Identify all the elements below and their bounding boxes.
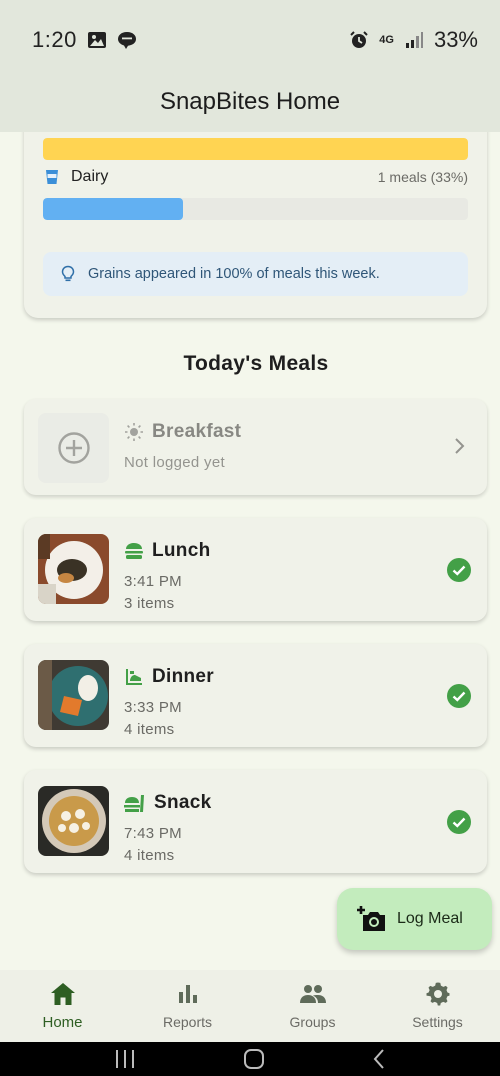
meal-name: Dinner bbox=[152, 666, 214, 687]
nav-label: Groups bbox=[289, 1014, 336, 1030]
insight-text: Grains appeared in 100% of meals this we… bbox=[88, 266, 380, 282]
meal-name: Breakfast bbox=[152, 421, 242, 442]
meal-header: Dinner bbox=[124, 666, 214, 688]
dairy-bar bbox=[43, 198, 468, 220]
meal-time: 3:41 PM bbox=[124, 573, 182, 590]
food-group-bar-fill bbox=[43, 138, 468, 160]
bar-chart-icon bbox=[174, 980, 202, 1008]
sun-icon bbox=[124, 422, 144, 442]
battery-level: 33% bbox=[433, 27, 478, 52]
gallery-notification-icon bbox=[87, 30, 107, 50]
home-system-icon[interactable] bbox=[243, 1048, 265, 1070]
status-bar: 1:20 4G 33% bbox=[0, 0, 500, 80]
log-meal-label: Log Meal bbox=[397, 910, 463, 927]
meal-time: 3:33 PM bbox=[124, 699, 182, 716]
food-group-label: Dairy bbox=[43, 168, 108, 186]
gear-icon bbox=[424, 980, 452, 1008]
meal-name: Lunch bbox=[152, 540, 211, 561]
check-circle-icon bbox=[447, 684, 471, 708]
nav-item-groups[interactable]: Groups bbox=[250, 970, 375, 1042]
todays-meals-heading: Today's Meals bbox=[183, 352, 329, 375]
nav-item-reports[interactable]: Reports bbox=[125, 970, 250, 1042]
meal-header: Breakfast bbox=[124, 421, 241, 443]
cup-icon bbox=[43, 168, 61, 186]
food-group-summary-card: Dairy 1 meals (33%) Grains appeared in 1… bbox=[24, 132, 487, 318]
nav-label: Settings bbox=[412, 1014, 463, 1030]
recent-apps-icon[interactable] bbox=[114, 1049, 136, 1069]
alarm-icon bbox=[349, 30, 369, 50]
meal-photo bbox=[38, 786, 109, 856]
status-bar-left: 1:20 bbox=[32, 27, 137, 53]
home-scroll-content[interactable]: Dairy 1 meals (33%) Grains appeared in 1… bbox=[0, 132, 500, 970]
meal-card-lunch[interactable]: Lunch 3:41 PM 3 items bbox=[24, 518, 487, 621]
meal-header: Lunch bbox=[124, 540, 211, 562]
network-type-label: 4G bbox=[379, 33, 394, 46]
status-bar-right: 4G 33% bbox=[349, 27, 478, 53]
page-title: SnapBites Home bbox=[159, 88, 341, 115]
meal-item-count: 3 items bbox=[124, 595, 175, 612]
app-bar: SnapBites Home bbox=[0, 80, 500, 132]
meal-name: Snack bbox=[154, 792, 212, 813]
meal-photo bbox=[38, 534, 109, 604]
chevron-right-icon bbox=[453, 437, 465, 455]
add-circle-icon bbox=[57, 431, 91, 465]
check-circle-icon bbox=[447, 810, 471, 834]
meal-card-snack[interactable]: Snack 7:43 PM 4 items bbox=[24, 770, 487, 873]
meal-item-count: 4 items bbox=[124, 721, 175, 738]
chat-notification-icon bbox=[117, 30, 137, 50]
add-photo-icon bbox=[357, 906, 387, 932]
status-time: 1:20 bbox=[32, 27, 77, 52]
add-meal-placeholder bbox=[38, 413, 109, 483]
system-navigation-bar bbox=[0, 1042, 500, 1076]
burger-icon bbox=[124, 542, 144, 560]
back-icon[interactable] bbox=[372, 1048, 386, 1070]
food-group-name: Dairy bbox=[71, 168, 109, 185]
nav-label: Reports bbox=[162, 1014, 213, 1030]
meal-card-breakfast[interactable]: Breakfast Not logged yet bbox=[24, 399, 487, 495]
log-meal-button[interactable]: Log Meal bbox=[337, 888, 492, 950]
meal-item-count: 4 items bbox=[124, 847, 175, 864]
dinner-icon bbox=[124, 667, 144, 687]
food-group-bar bbox=[43, 138, 468, 160]
meal-status-text: Not logged yet bbox=[124, 454, 225, 471]
lightbulb-icon bbox=[60, 265, 76, 283]
meal-time: 7:43 PM bbox=[124, 825, 182, 842]
food-group-count: 1 meals (33%) bbox=[377, 169, 468, 185]
insight-banner: Grains appeared in 100% of meals this we… bbox=[43, 252, 468, 296]
bottom-navigation: Home Reports Groups Settings bbox=[0, 970, 500, 1042]
nav-item-home[interactable]: Home bbox=[0, 970, 125, 1042]
people-icon bbox=[299, 980, 327, 1008]
nav-label: Home bbox=[42, 1014, 83, 1031]
food-group-row-dairy: Dairy 1 meals (33%) bbox=[43, 168, 468, 186]
meal-card-dinner[interactable]: Dinner 3:33 PM 4 items bbox=[24, 644, 487, 747]
meal-photo bbox=[38, 660, 109, 730]
nav-item-settings[interactable]: Settings bbox=[375, 970, 500, 1042]
snack-icon bbox=[124, 793, 146, 813]
signal-icon bbox=[404, 30, 424, 50]
dairy-bar-fill bbox=[43, 198, 184, 220]
check-circle-icon bbox=[447, 558, 471, 582]
app-screen: 1:20 4G 33% SnapBites Home Dairy 1 meals… bbox=[0, 0, 500, 1076]
meal-header: Snack bbox=[124, 792, 211, 814]
home-icon bbox=[49, 980, 77, 1008]
